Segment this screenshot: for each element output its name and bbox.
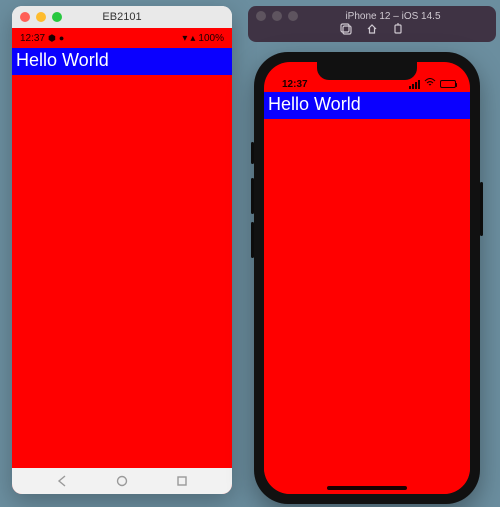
- status-left: 12:37 ⬢ ●: [20, 33, 64, 44]
- simulator-toolbar: [340, 23, 404, 38]
- signal-icon: ▴: [190, 33, 195, 44]
- battery-text: 100%: [198, 33, 224, 44]
- zoom-icon[interactable]: [52, 12, 62, 22]
- zoom-icon[interactable]: [288, 11, 298, 21]
- minimize-icon[interactable]: [36, 12, 46, 22]
- home-indicator[interactable]: [327, 486, 407, 490]
- debug-icon: ⬢: [48, 33, 56, 44]
- wifi-icon: ▾: [182, 33, 187, 44]
- hello-text-bar: Hello World: [12, 48, 232, 75]
- minimize-icon[interactable]: [272, 11, 282, 21]
- ios-simulator-titlebar[interactable]: iPhone 12 – iOS 14.5: [248, 6, 496, 42]
- back-icon[interactable]: [56, 475, 68, 487]
- status-time: 12:37: [282, 79, 308, 90]
- traffic-lights: [256, 11, 298, 21]
- status-right: [409, 78, 456, 90]
- hello-text: Hello World: [268, 94, 361, 114]
- mac-titlebar[interactable]: EB2101: [12, 6, 232, 28]
- notification-icon: ●: [59, 33, 64, 43]
- home-icon[interactable]: [366, 23, 378, 38]
- hello-text: Hello World: [16, 50, 109, 70]
- home-icon[interactable]: [116, 475, 128, 487]
- iphone-screen: 12:37 Hello World: [264, 62, 470, 494]
- volume-down-button[interactable]: [251, 222, 254, 258]
- battery-icon: [440, 80, 456, 88]
- status-right: ▾ ▴ 100%: [182, 33, 224, 44]
- signal-icon: [409, 80, 420, 89]
- app-body: [264, 119, 470, 494]
- iphone-device-frame: 12:37 Hello World: [254, 52, 480, 504]
- notch: [317, 62, 417, 80]
- mute-switch[interactable]: [251, 142, 254, 164]
- window-title: iPhone 12 – iOS 14.5: [298, 11, 488, 22]
- recents-icon[interactable]: [176, 475, 188, 487]
- hello-text-bar: Hello World: [264, 92, 470, 119]
- android-device-screen: 12:37 ⬢ ● ▾ ▴ 100% Hello World: [12, 28, 232, 494]
- android-emulator-window: EB2101 12:37 ⬢ ● ▾ ▴ 100% Hello World: [12, 6, 232, 494]
- traffic-lights: [20, 12, 62, 22]
- screenshot-icon[interactable]: [340, 23, 352, 38]
- android-status-bar: 12:37 ⬢ ● ▾ ▴ 100%: [12, 28, 232, 48]
- status-time: 12:37: [20, 33, 45, 44]
- side-button[interactable]: [480, 182, 483, 236]
- close-icon[interactable]: [20, 12, 30, 22]
- android-nav-bar: [12, 468, 232, 494]
- app-body: [12, 75, 232, 468]
- close-icon[interactable]: [256, 11, 266, 21]
- wifi-icon: [424, 78, 436, 90]
- rotate-icon[interactable]: [392, 23, 404, 38]
- volume-up-button[interactable]: [251, 178, 254, 214]
